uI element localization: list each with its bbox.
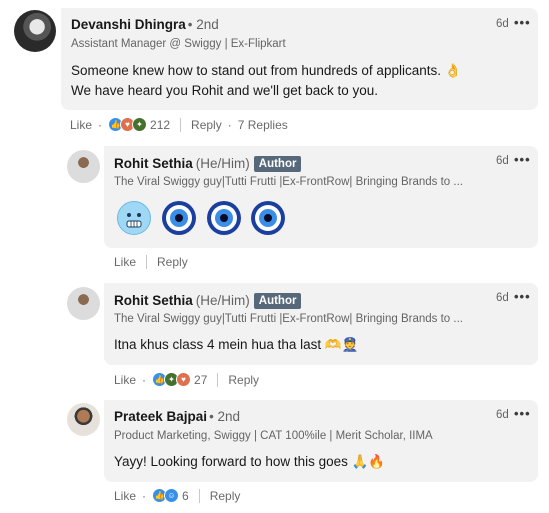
reply-button[interactable]: Reply bbox=[191, 118, 222, 132]
comment-text-line: Someone knew how to stand out from hundr… bbox=[71, 63, 462, 78]
evil-eye-emoji-icon bbox=[162, 201, 196, 235]
avatar[interactable] bbox=[14, 10, 56, 52]
separator-dot: · bbox=[142, 372, 147, 387]
avatar[interactable] bbox=[67, 403, 100, 436]
more-options-icon[interactable]: ••• bbox=[514, 407, 531, 420]
separator-dot: · bbox=[98, 117, 103, 132]
separator-dot: · bbox=[142, 488, 147, 503]
reply-button[interactable]: Reply bbox=[210, 489, 241, 503]
divider bbox=[146, 255, 148, 269]
celebrate-reaction-icon: ✦ bbox=[132, 117, 148, 132]
commenter-headline: Assistant Manager @ Swiggy | Ex-Flipkart bbox=[71, 38, 286, 50]
commenter-name-text[interactable]: Rohit Sethia bbox=[114, 156, 193, 171]
more-options-icon[interactable]: ••• bbox=[514, 153, 531, 166]
reply-button[interactable]: Reply bbox=[157, 255, 188, 269]
avatar[interactable] bbox=[67, 287, 100, 320]
reactions-icons[interactable]: 👍 ♥ ✦ bbox=[108, 117, 148, 132]
commenter-name-text[interactable]: Rohit Sethia bbox=[114, 293, 193, 308]
comment-timestamp: 6d bbox=[496, 292, 509, 304]
reaction-count[interactable]: 212 bbox=[150, 118, 170, 132]
like-button[interactable]: Like bbox=[70, 118, 92, 132]
comment-timestamp: 6d bbox=[496, 155, 509, 167]
pronouns: (He/Him) bbox=[195, 156, 250, 171]
more-options-icon[interactable]: ••• bbox=[514, 290, 531, 303]
comment-text: Yayy! Looking forward to how this goes 🙏… bbox=[114, 454, 386, 469]
divider bbox=[198, 488, 200, 503]
commenter-name[interactable]: Rohit Sethia (He/Him) Author bbox=[114, 293, 302, 309]
more-options-icon[interactable]: ••• bbox=[514, 16, 531, 29]
love-reaction-icon: ♥ bbox=[176, 372, 192, 387]
author-badge: Author bbox=[253, 293, 302, 309]
comment-actions: Like · 👍 ✦ ♥ 27 Reply bbox=[114, 372, 259, 387]
comment-actions: Like · 👍 ♥ ✦ 212 Reply · 7 Replies bbox=[70, 117, 288, 132]
divider bbox=[217, 372, 219, 387]
comment-timestamp: 6d bbox=[496, 409, 509, 421]
comment-actions: Like Reply bbox=[114, 255, 188, 269]
separator-dot: · bbox=[227, 117, 232, 132]
reaction-count[interactable]: 27 bbox=[194, 373, 207, 387]
like-button[interactable]: Like bbox=[114, 255, 136, 269]
cold-face-emoji-icon bbox=[117, 201, 151, 235]
replies-count-button[interactable]: 7 Replies bbox=[238, 118, 288, 132]
commenter-name-text[interactable]: Prateek Bajpai bbox=[114, 409, 207, 424]
evil-eye-emoji-icon bbox=[251, 201, 285, 235]
like-button[interactable]: Like bbox=[114, 373, 136, 387]
like-button[interactable]: Like bbox=[114, 489, 136, 503]
commenter-name[interactable]: Prateek Bajpai • 2nd bbox=[114, 409, 240, 424]
comment-text: Itna khus class 4 mein hua tha last 🫶👮 bbox=[114, 337, 359, 352]
commenter-headline: The Viral Swiggy guy|Tutti Frutti |Ex-Fr… bbox=[114, 176, 463, 188]
comment-actions: Like · 👍 ☺ 6 Reply bbox=[114, 488, 240, 503]
commenter-name-text[interactable]: Devanshi Dhingra bbox=[71, 17, 186, 32]
commenter-headline: Product Marketing, Swiggy | CAT 100%ile … bbox=[114, 430, 433, 442]
commenter-name[interactable]: Devanshi Dhingra • 2nd bbox=[71, 17, 219, 32]
comment-timestamp: 6d bbox=[496, 18, 509, 30]
commenter-name[interactable]: Rohit Sethia (He/Him) Author bbox=[114, 156, 302, 172]
author-badge: Author bbox=[253, 156, 302, 172]
connection-degree: • 2nd bbox=[187, 17, 219, 32]
comment-text-line: We have heard you Rohit and we'll get ba… bbox=[71, 83, 379, 98]
divider bbox=[180, 117, 182, 132]
connection-degree: • 2nd bbox=[209, 409, 241, 424]
support-reaction-icon: ☺ bbox=[164, 488, 180, 503]
reply-button[interactable]: Reply bbox=[228, 373, 259, 387]
reactions-icons[interactable]: 👍 ☺ bbox=[152, 488, 180, 503]
commenter-headline: The Viral Swiggy guy|Tutti Frutti |Ex-Fr… bbox=[114, 313, 463, 325]
evil-eye-emoji-icon bbox=[207, 201, 241, 235]
reaction-count[interactable]: 6 bbox=[182, 489, 189, 503]
reactions-icons[interactable]: 👍 ✦ ♥ bbox=[152, 372, 192, 387]
avatar[interactable] bbox=[67, 150, 100, 183]
comment-text: Someone knew how to stand out from hundr… bbox=[71, 61, 462, 101]
pronouns: (He/Him) bbox=[195, 293, 250, 308]
